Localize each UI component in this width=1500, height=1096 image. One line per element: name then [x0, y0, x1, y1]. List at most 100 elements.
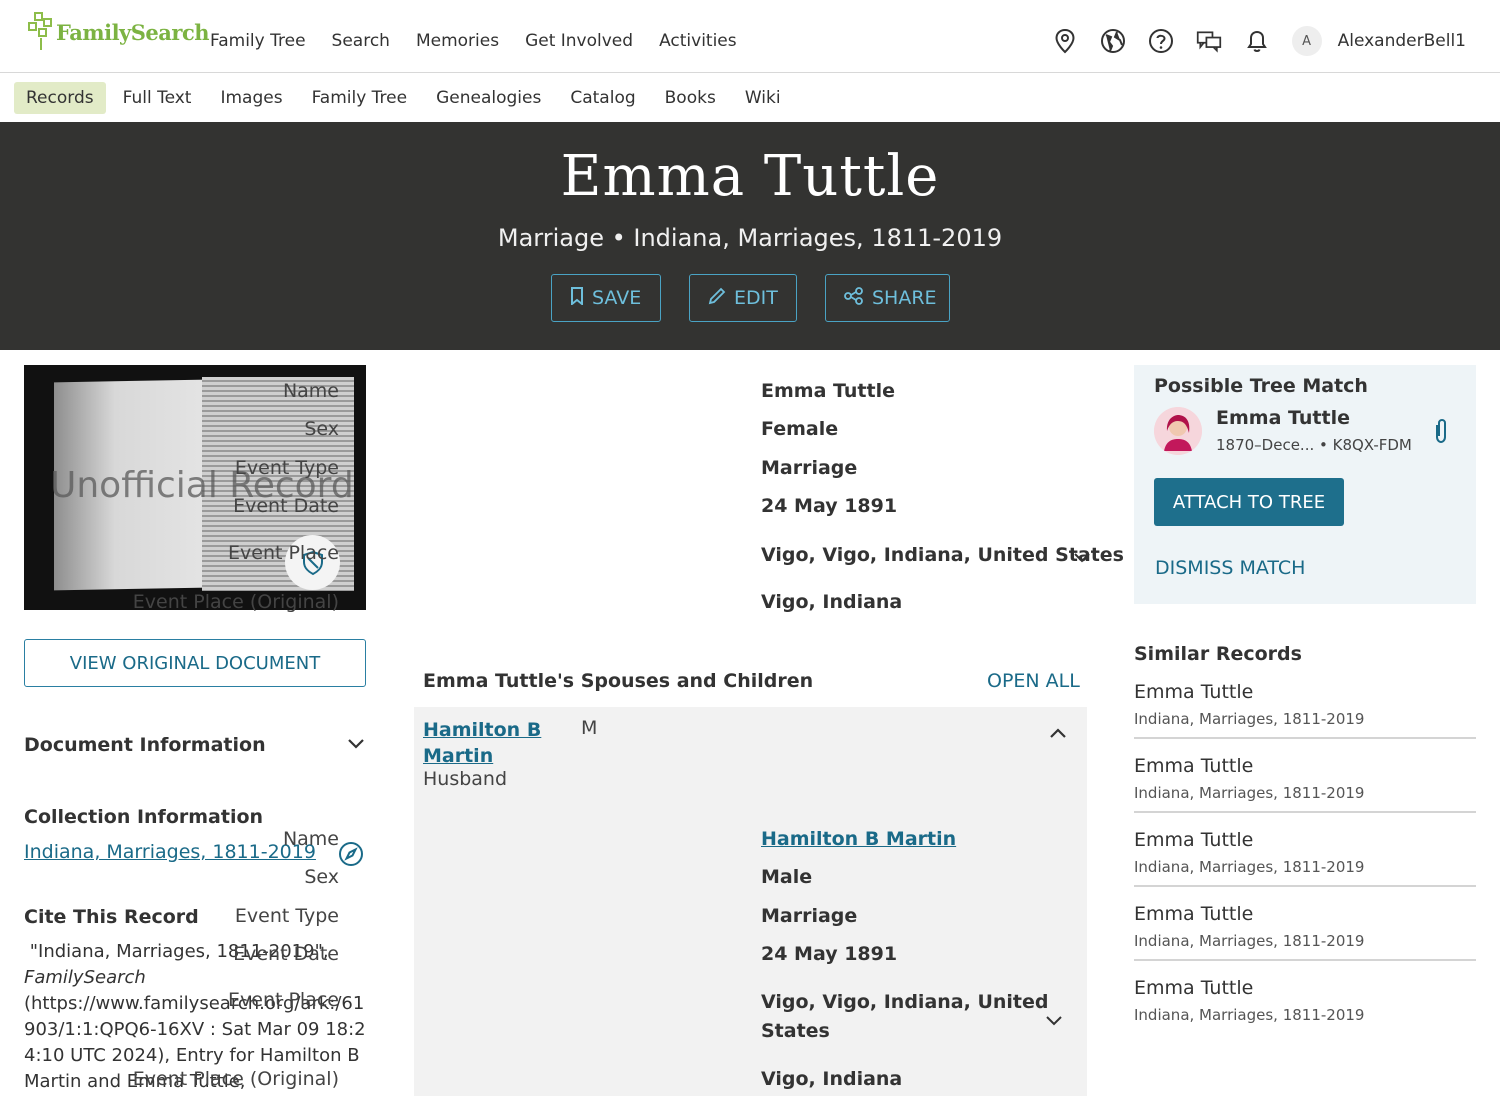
spouse-detail-event-type: Event Type Marriage: [0, 905, 1100, 935]
edit-button[interactable]: EDIT: [689, 274, 797, 322]
detail-value: 24 May 1891: [761, 495, 898, 517]
pencil-icon: [708, 287, 726, 310]
bell-icon[interactable]: [1244, 28, 1270, 54]
spouse-name-line-1: Hamilton B: [423, 719, 542, 741]
spouse-detail-event-place: Event Place Vigo, Vigo, Indiana, United …: [0, 989, 1100, 1049]
share-button[interactable]: SHARE: [825, 274, 950, 322]
spouse-relation: Husband: [423, 768, 508, 790]
logo-text: FamilySearch: [56, 19, 210, 45]
save-button[interactable]: SAVE: [551, 274, 661, 322]
similar-record-item[interactable]: Emma Tuttle Indiana, Marriages, 1811-201…: [1134, 829, 1476, 903]
person-avatar-icon: [1154, 407, 1202, 455]
dismiss-match-button[interactable]: DISMISS MATCH: [1155, 557, 1305, 579]
spouse-detail-name-link[interactable]: Hamilton B Martin: [761, 828, 956, 850]
similar-record-name: Emma Tuttle: [1134, 977, 1254, 999]
detail-row-sex: Sex Female: [0, 418, 1100, 448]
share-label: SHARE: [872, 287, 937, 309]
similar-record-collection: Indiana, Marriages, 1811-2019: [1134, 784, 1365, 802]
detail-value: Marriage: [761, 905, 858, 927]
nav-activities[interactable]: Activities: [659, 31, 737, 51]
spouse-sex: M: [581, 717, 598, 739]
globe-icon[interactable]: [1100, 28, 1126, 54]
spouse-detail-event-date: Event Date 24 May 1891: [0, 943, 1100, 973]
detail-row-event-place-original: Event Place (Original) Vigo, Indiana: [0, 591, 1100, 621]
detail-label: Event Place: [228, 542, 339, 564]
detail-label: Event Type: [234, 905, 339, 927]
detail-label: Event Date: [233, 495, 339, 517]
spouse-detail-sex: Sex Male: [0, 866, 1100, 896]
paperclip-icon[interactable]: [1430, 417, 1452, 445]
chevron-down-icon[interactable]: [1073, 548, 1091, 570]
subnav-family-tree[interactable]: Family Tree: [300, 82, 420, 114]
detail-value: Female: [761, 418, 839, 440]
tree-match-meta: 1870–Dece... • K8QX-FDM: [1216, 436, 1412, 454]
subnav-genealogies[interactable]: Genealogies: [424, 82, 553, 114]
nav-search[interactable]: Search: [332, 31, 390, 51]
detail-value-line-1: Vigo, Vigo, Indiana, United: [761, 991, 1049, 1013]
view-original-document-button[interactable]: VIEW ORIGINAL DOCUMENT: [24, 639, 366, 687]
spouses-heading: Emma Tuttle's Spouses and Children: [423, 670, 814, 692]
subnav-records[interactable]: Records: [14, 82, 106, 114]
spouse-detail-name: Name Hamilton B Martin: [0, 828, 1100, 858]
spouse-name-link[interactable]: Hamilton B Martin: [423, 717, 553, 769]
location-icon[interactable]: [1052, 28, 1078, 54]
record-header: Emma Tuttle Marriage • Indiana, Marriage…: [0, 122, 1500, 350]
help-icon[interactable]: [1148, 28, 1174, 54]
nav-get-involved[interactable]: Get Involved: [525, 31, 633, 51]
detail-value: Emma Tuttle: [761, 380, 895, 402]
document-information-label: Document Information: [24, 734, 266, 756]
divider: [1134, 959, 1476, 961]
divider: [1134, 811, 1476, 813]
similar-record-collection: Indiana, Marriages, 1811-2019: [1134, 858, 1365, 876]
tree-match-name[interactable]: Emma Tuttle: [1216, 407, 1350, 429]
similar-record-item[interactable]: Emma Tuttle Indiana, Marriages, 1811-201…: [1134, 977, 1476, 1051]
nav-memories[interactable]: Memories: [416, 31, 499, 51]
open-all-button[interactable]: OPEN ALL: [987, 670, 1080, 692]
subnav-books[interactable]: Books: [653, 82, 728, 114]
similar-record-name: Emma Tuttle: [1134, 681, 1254, 703]
detail-value: Vigo, Indiana: [761, 1068, 903, 1090]
similar-record-name: Emma Tuttle: [1134, 903, 1254, 925]
similar-record-collection: Indiana, Marriages, 1811-2019: [1134, 1006, 1365, 1024]
detail-value: Marriage: [761, 457, 858, 479]
main-menu: Family Tree Search Memories Get Involved…: [210, 31, 737, 51]
detail-label: Event Place (Original): [132, 591, 339, 613]
detail-label: Name: [282, 828, 339, 850]
detail-label: Sex: [304, 418, 339, 440]
nav-family-tree[interactable]: Family Tree: [210, 31, 306, 51]
attach-to-tree-button[interactable]: ATTACH TO TREE: [1154, 478, 1344, 526]
detail-label: Event Place: [228, 989, 339, 1011]
detail-value: Vigo, Vigo, Indiana, United States: [761, 544, 1124, 566]
divider: [1134, 885, 1476, 887]
chevron-up-icon[interactable]: [1047, 722, 1069, 744]
chat-icon[interactable]: [1196, 28, 1222, 54]
page-title: Emma Tuttle: [560, 144, 940, 209]
detail-value-line-2: States: [761, 1020, 830, 1042]
detail-value: 24 May 1891: [761, 943, 898, 965]
username[interactable]: AlexanderBell1: [1338, 31, 1466, 51]
similar-record-name: Emma Tuttle: [1134, 755, 1254, 777]
avatar[interactable]: A: [1291, 26, 1322, 56]
chevron-down-icon[interactable]: [1045, 1011, 1063, 1033]
detail-label: Event Type: [234, 457, 339, 479]
detail-row-event-place: Event Place Vigo, Vigo, Indiana, United …: [0, 542, 1124, 572]
familysearch-logo[interactable]: FamilySearch: [28, 12, 210, 52]
detail-value: Vigo, Indiana: [761, 591, 903, 613]
similar-record-collection: Indiana, Marriages, 1811-2019: [1134, 932, 1365, 950]
subnav-catalog[interactable]: Catalog: [558, 82, 647, 114]
subnav-wiki[interactable]: Wiki: [733, 82, 793, 114]
similar-record-item[interactable]: Emma Tuttle Indiana, Marriages, 1811-201…: [1134, 903, 1476, 977]
top-navigation: FamilySearch Family Tree Search Memories…: [0, 0, 1500, 73]
detail-row-event-date: Event Date 24 May 1891: [0, 495, 1100, 525]
subnav-full-text[interactable]: Full Text: [111, 82, 204, 114]
bookmark-icon: [570, 286, 584, 310]
similar-records-heading: Similar Records: [1134, 643, 1302, 665]
document-information-toggle[interactable]: Document Information: [24, 734, 366, 756]
logo-tree-icon: [28, 12, 56, 52]
similar-record-item[interactable]: Emma Tuttle Indiana, Marriages, 1811-201…: [1134, 755, 1476, 829]
share-icon: [844, 286, 864, 310]
detail-row-event-type: Event Type Marriage: [0, 457, 1100, 487]
subnav-images[interactable]: Images: [208, 82, 294, 114]
similar-record-item[interactable]: Emma Tuttle Indiana, Marriages, 1811-201…: [1134, 681, 1476, 755]
detail-label: Name: [282, 380, 339, 402]
